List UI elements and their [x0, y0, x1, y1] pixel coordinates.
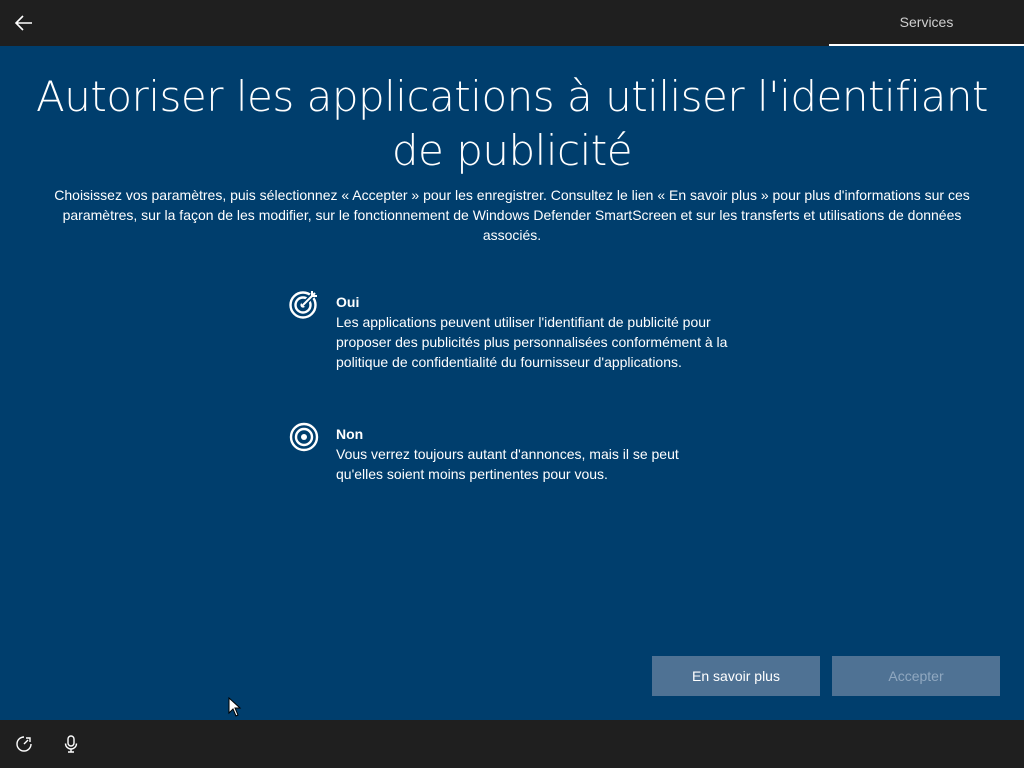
microphone-icon	[64, 735, 78, 753]
target-icon	[289, 422, 319, 452]
accept-button[interactable]: Accepter	[832, 656, 1000, 696]
ease-of-access-button[interactable]	[12, 732, 36, 756]
arrow-left-icon	[14, 15, 32, 31]
back-button[interactable]	[8, 7, 40, 39]
page-description: Choisissez vos paramètres, puis sélectio…	[54, 187, 970, 243]
microphone-button[interactable]	[59, 732, 83, 756]
ease-of-access-icon	[16, 736, 32, 752]
tab-services[interactable]: Services	[829, 0, 1024, 46]
learn-more-button[interactable]: En savoir plus	[652, 656, 820, 696]
mouse-pointer-icon	[228, 697, 242, 717]
bottom-bar	[0, 720, 1024, 768]
page-title: Autoriser les applications à utiliser l'…	[36, 72, 988, 175]
option-no-description: Vous verrez toujours autant d'annonces, …	[336, 446, 679, 482]
option-no-label: Non	[336, 426, 364, 442]
target-arrow-icon	[289, 291, 317, 319]
option-yes-label: Oui	[336, 294, 360, 310]
option-yes-description: Les applications peuvent utiliser l'iden…	[336, 314, 728, 370]
top-bar: Services	[0, 0, 1024, 46]
